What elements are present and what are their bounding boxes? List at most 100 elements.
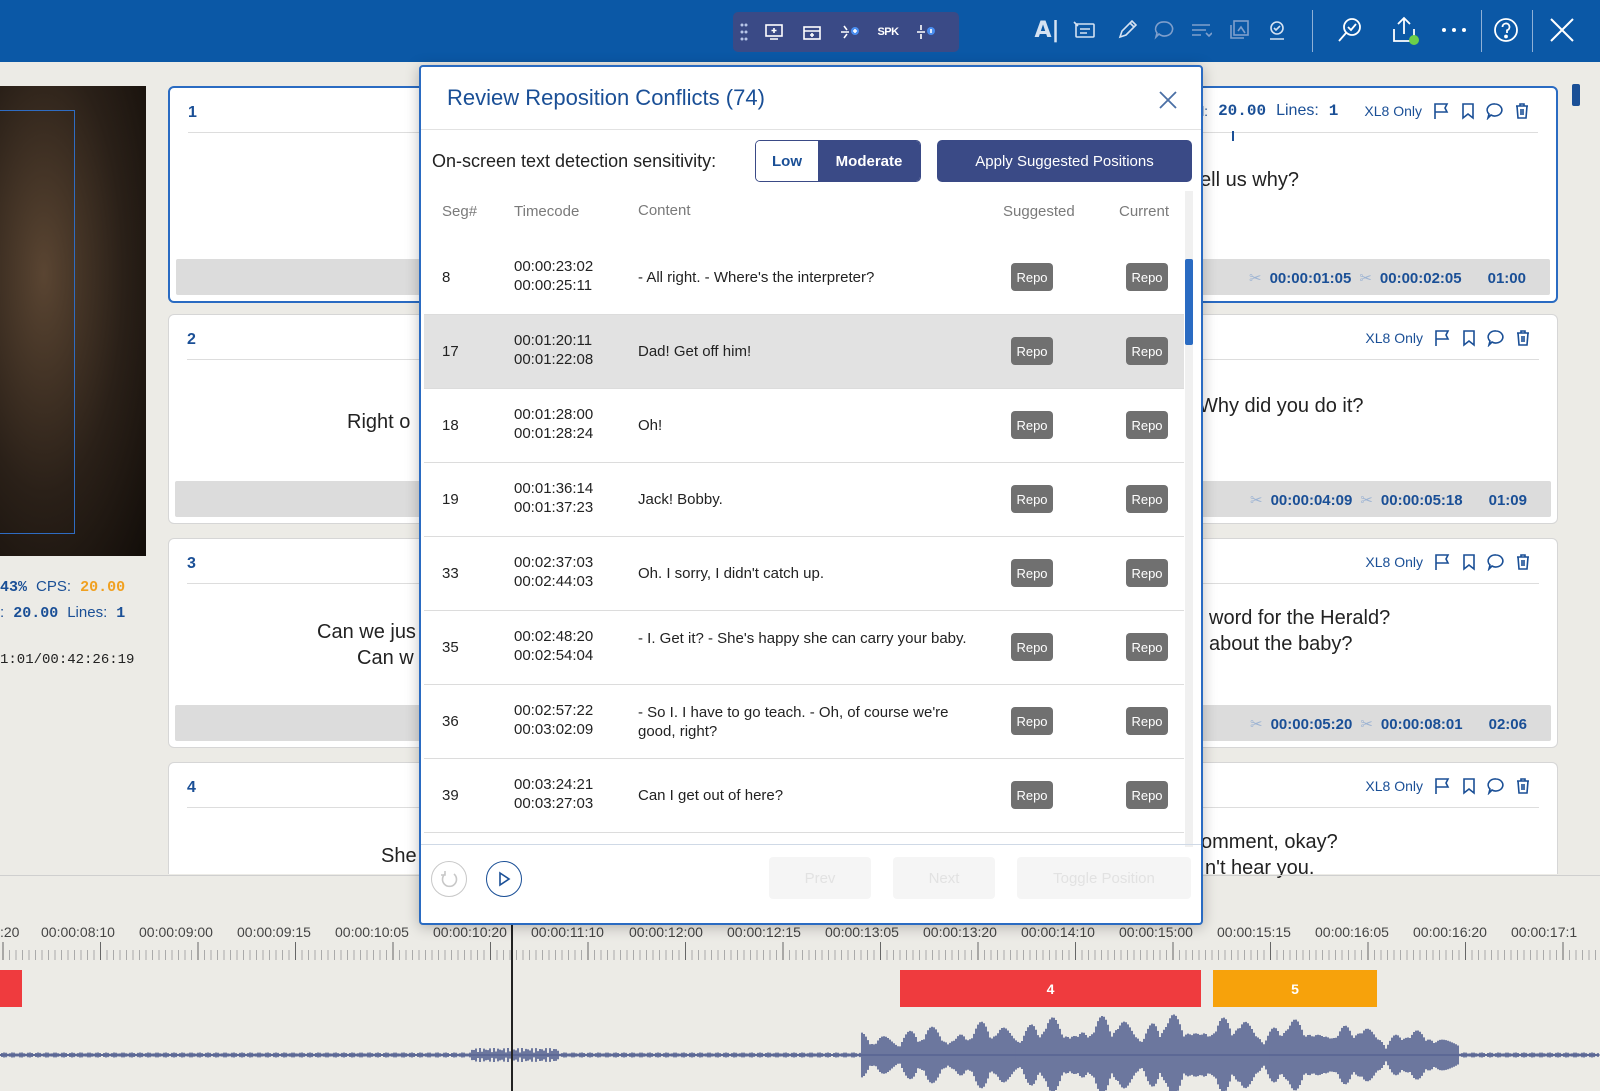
user-icon[interactable] [1261, 14, 1293, 46]
help-icon[interactable] [1490, 14, 1522, 46]
time-out[interactable]: 00:00:05:18 [1381, 492, 1463, 509]
sensitivity-moderate-button[interactable]: Moderate [818, 141, 920, 181]
segment-list-scrollbar[interactable] [1572, 84, 1580, 106]
timecode-in: 00:00:23:02 [514, 258, 594, 275]
export-icon[interactable] [1388, 14, 1420, 46]
subtitle-icon[interactable] [1068, 14, 1100, 46]
comment-icon[interactable] [1487, 777, 1505, 795]
split-icon[interactable] [907, 12, 945, 52]
table-row[interactable]: 18 00:01:28:00 00:01:28:24 Oh! Repo Repo [424, 389, 1184, 463]
play-icon[interactable] [486, 861, 522, 897]
segment-source-text[interactable]: Right o [347, 411, 410, 434]
table-row[interactable]: 35 00:02:48:20 00:02:54:04 - I. Get it? - S… [424, 611, 1184, 685]
current-repo-badge[interactable]: Repo [1126, 485, 1168, 513]
time-out[interactable]: 00:00:02:05 [1380, 270, 1462, 287]
table-row[interactable]: 33 00:02:37:03 00:02:44:03 Oh. I sorry, I d… [424, 537, 1184, 611]
segment-target-text[interactable]: omment, okay? [1201, 831, 1338, 854]
table-row[interactable]: 19 00:01:36:14 00:01:37:23 Jack! Bobby. Repo… [424, 463, 1184, 537]
segment-target-text[interactable]: ell us why? [1200, 169, 1299, 192]
suggested-repo-badge[interactable]: Repo [1011, 707, 1053, 735]
bookmark-icon[interactable] [1461, 553, 1477, 571]
close-icon[interactable] [1546, 14, 1578, 46]
comment-icon[interactable] [1487, 553, 1505, 571]
apply-suggested-positions-button[interactable]: Apply Suggested Positions [937, 140, 1192, 182]
flag-icon[interactable] [1433, 329, 1451, 347]
table-scrollbar[interactable] [1185, 191, 1193, 847]
pencil-icon[interactable] [1111, 14, 1143, 46]
time-in[interactable]: 00:00:04:09 [1271, 492, 1353, 509]
current-repo-badge[interactable]: Repo [1126, 707, 1168, 735]
segment-source-line[interactable]: Can w [357, 647, 414, 670]
timeline-ruler[interactable] [0, 942, 1600, 962]
scissors-icon[interactable]: ✂ [1250, 491, 1263, 509]
more-icon[interactable] [1438, 14, 1470, 46]
bookmark-icon[interactable] [1461, 777, 1477, 795]
merge-icon[interactable] [831, 12, 869, 52]
current-repo-badge[interactable]: Repo [1126, 337, 1168, 365]
close-icon[interactable] [1155, 87, 1181, 113]
prev-button[interactable]: Prev [769, 857, 871, 899]
comment-icon[interactable] [1487, 329, 1505, 347]
segment-target-line[interactable]: word for the Herald? [1209, 607, 1390, 630]
time-out[interactable]: 00:00:08:01 [1381, 716, 1463, 733]
bookmark-icon[interactable] [1461, 329, 1477, 347]
suggested-repo-badge[interactable]: Repo [1011, 411, 1053, 439]
xl8-only-tag[interactable]: XL8 Only [1365, 778, 1423, 794]
toggle-position-button[interactable]: Toggle Position [1017, 857, 1191, 899]
speaker-icon[interactable]: SPK [869, 12, 907, 52]
current-repo-badge[interactable]: Repo [1126, 559, 1168, 587]
trash-icon[interactable] [1515, 777, 1531, 795]
scissors-icon[interactable]: ✂ [1360, 491, 1373, 509]
next-button[interactable]: Next [893, 857, 995, 899]
current-repo-badge[interactable]: Repo [1126, 411, 1168, 439]
suggested-repo-badge[interactable]: Repo [1011, 781, 1053, 809]
flag-icon[interactable] [1433, 777, 1451, 795]
segment-target-text[interactable]: n't hear you. [1205, 857, 1314, 880]
suggested-repo-badge[interactable]: Repo [1011, 559, 1053, 587]
insert-segment-icon[interactable] [755, 12, 793, 52]
current-repo-badge[interactable]: Repo [1126, 633, 1168, 661]
timeline-block[interactable]: 4 [900, 970, 1201, 1007]
table-row[interactable]: 36 00:02:57:22 00:03:02:09 - So I. I have t… [424, 685, 1184, 759]
current-repo-badge[interactable]: Repo [1126, 781, 1168, 809]
comment-icon[interactable] [1486, 102, 1504, 120]
xl8-only-tag[interactable]: XL8 Only [1365, 330, 1423, 346]
suggested-repo-badge[interactable]: Repo [1011, 633, 1053, 661]
flag-icon[interactable] [1433, 553, 1451, 571]
search-check-icon[interactable] [1334, 14, 1366, 46]
xl8-only-tag[interactable]: XL8 Only [1365, 554, 1423, 570]
table-row[interactable]: 17 00:01:20:11 00:01:22:08 Dad! Get off him… [424, 315, 1184, 389]
ai-icon[interactable]: A| [1031, 14, 1063, 46]
segment-source-line[interactable]: Can we jus [317, 621, 416, 644]
video-preview[interactable] [0, 86, 146, 556]
segment-target-line[interactable]: about the baby? [1209, 633, 1352, 656]
bookmark-icon[interactable] [1460, 102, 1476, 120]
reset-icon[interactable] [431, 861, 467, 897]
table-row[interactable]: 8 00:00:23:02 00:00:25:11 - All right. - Wh… [424, 241, 1184, 315]
trash-icon[interactable] [1514, 102, 1530, 120]
xl8-only-tag[interactable]: XL8 Only [1364, 103, 1422, 119]
scissors-icon[interactable]: ✂ [1360, 715, 1373, 733]
trash-icon[interactable] [1515, 329, 1531, 347]
suggested-repo-badge[interactable]: Repo [1011, 337, 1053, 365]
time-in[interactable]: 00:00:05:20 [1271, 716, 1353, 733]
segment-source-text[interactable]: She [381, 845, 417, 868]
timeline-block[interactable]: 5 [1213, 970, 1377, 1007]
suggested-repo-badge[interactable]: Repo [1011, 263, 1053, 291]
drag-handle-icon[interactable] [733, 12, 755, 52]
table-row[interactable]: 39 00:03:24:21 00:03:27:03 Can I get out of… [424, 759, 1184, 833]
sensitivity-low-button[interactable]: Low [756, 141, 818, 181]
trash-icon[interactable] [1515, 553, 1531, 571]
segment-target-text[interactable]: Why did you do it? [1199, 395, 1364, 418]
time-in[interactable]: 00:00:01:05 [1270, 270, 1352, 287]
add-segment-icon[interactable] [793, 12, 831, 52]
scissors-icon[interactable]: ✂ [1250, 715, 1263, 733]
suggested-repo-badge[interactable]: Repo [1011, 485, 1053, 513]
audio-waveform[interactable] [0, 1010, 1600, 1091]
timeline-block[interactable] [0, 970, 22, 1007]
current-repo-badge[interactable]: Repo [1126, 263, 1168, 291]
playhead[interactable] [511, 905, 513, 1091]
scissors-icon[interactable]: ✂ [1359, 269, 1372, 287]
flag-icon[interactable] [1432, 102, 1450, 120]
scissors-icon[interactable]: ✂ [1249, 269, 1262, 287]
